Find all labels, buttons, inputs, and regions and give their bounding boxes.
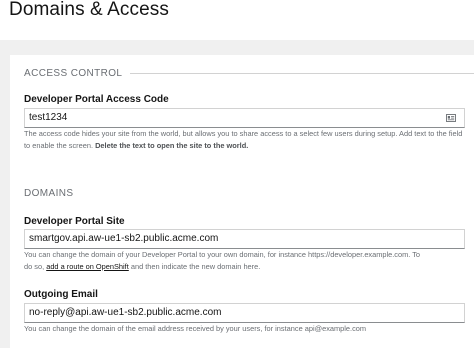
domains-legend: DOMAINS: [24, 186, 474, 200]
access-code-help-bold: Delete the text to open the site to the …: [95, 141, 249, 150]
contact-card-icon[interactable]: [446, 114, 456, 122]
portal-site-help-text: You can change the domain of your Develo…: [24, 249, 470, 273]
outgoing-email-help-text: You can change the domain of the email a…: [24, 324, 367, 333]
access-code-input[interactable]: test1234: [24, 108, 465, 128]
domains-legend-text: DOMAINS: [24, 187, 74, 199]
outgoing-email-input[interactable]: no-reply@api.aw-ue1-sb2.public.acme.com: [24, 303, 465, 323]
portal-site-help-line1: You can change the domain of your Develo…: [24, 250, 421, 259]
settings-card: ACCESS CONTROL Developer Portal Access C…: [10, 55, 474, 348]
access-code-help-text: The access code hides your site from the…: [24, 128, 470, 152]
page-title: Domains & Access: [9, 0, 169, 20]
outgoing-email-label: Outgoing Email: [24, 289, 98, 300]
portal-site-label: Developer Portal Site: [24, 216, 125, 227]
access-control-legend: ACCESS CONTROL: [24, 66, 474, 80]
access-control-legend-text: ACCESS CONTROL: [24, 67, 123, 79]
add-route-link[interactable]: add a route on OpenShift: [46, 262, 129, 271]
page-header: Domains & Access: [0, 0, 474, 40]
portal-site-help-prefix: do so,: [24, 262, 45, 271]
portal-site-value: smartgov.api.aw-ue1-sb2.public.acme.com: [29, 233, 219, 244]
portal-site-help-suffix: and then indicate the new domain here.: [130, 262, 261, 271]
legend-divider: [130, 72, 474, 74]
outgoing-email-value: no-reply@api.aw-ue1-sb2.public.acme.com: [29, 307, 222, 318]
access-code-label: Developer Portal Access Code: [24, 94, 169, 105]
access-code-value: test1234: [29, 112, 68, 123]
portal-site-input[interactable]: smartgov.api.aw-ue1-sb2.public.acme.com: [24, 229, 465, 249]
